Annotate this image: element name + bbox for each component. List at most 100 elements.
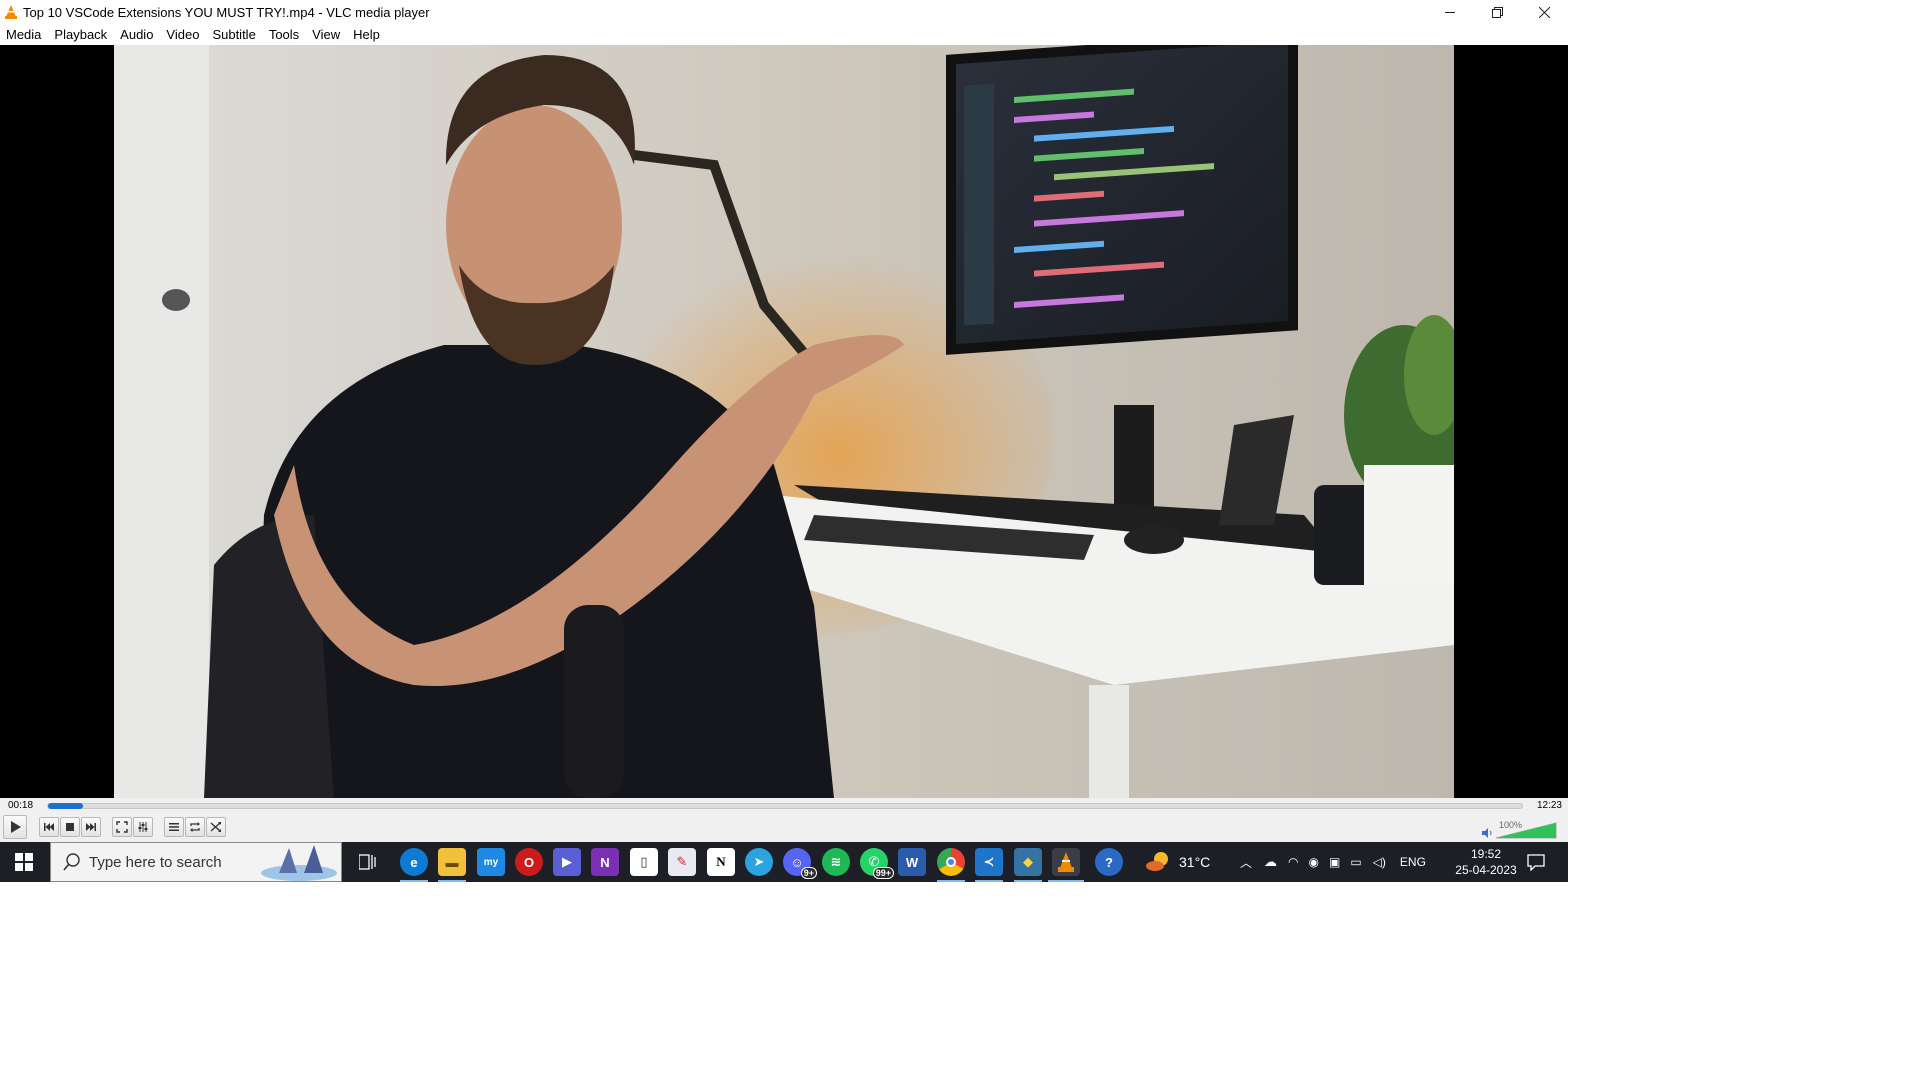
word-button[interactable]: W [898, 848, 926, 876]
menu-media[interactable]: Media [0, 24, 47, 45]
onenote-button[interactable]: N [591, 848, 619, 876]
play-button[interactable] [3, 815, 27, 839]
notion-button[interactable]: N [707, 848, 735, 876]
mylp-button[interactable]: my [477, 848, 505, 876]
edge-button[interactable]: e [400, 848, 428, 876]
door-handle [162, 289, 190, 311]
language-indicator[interactable]: ENG [1400, 855, 1426, 869]
vlc-taskbar-button[interactable] [1052, 848, 1080, 876]
file-explorer-button[interactable]: ▬ [438, 848, 466, 876]
weather-widget[interactable]: 31°C [1145, 842, 1210, 882]
help-button[interactable]: ? [1095, 848, 1123, 876]
previous-button[interactable] [39, 817, 59, 837]
window-title: Top 10 VSCode Extensions YOU MUST TRY!.m… [23, 4, 430, 20]
telegram-icon: ➤ [753, 854, 765, 869]
seek-slider[interactable] [47, 803, 1523, 809]
stop-button[interactable] [60, 817, 80, 837]
display-icon[interactable]: ▣ [1329, 855, 1340, 869]
opera-icon: O [523, 854, 535, 870]
extended-settings-button[interactable] [133, 817, 153, 837]
search-icon [63, 853, 80, 871]
minimize-icon [1445, 11, 1455, 13]
spotify-icon: ≋ [830, 854, 842, 869]
python-icon: ◆ [1023, 854, 1033, 869]
stop-icon [66, 823, 74, 831]
menu-bar: Media Playback Audio Video Subtitle Tool… [0, 24, 1568, 45]
close-icon [1539, 6, 1550, 18]
task-view-button[interactable] [354, 848, 382, 876]
weather-temp: 31°C [1179, 854, 1211, 870]
previous-icon [44, 823, 54, 831]
restore-icon [1492, 6, 1503, 18]
onedrive-icon[interactable]: ☁ [1264, 854, 1277, 870]
taskbar: Type here to search e ▬ my O ▶ N ▯ ✎ N ➤… [0, 842, 1568, 882]
restore-button[interactable] [1474, 0, 1521, 24]
random-button[interactable] [206, 817, 226, 837]
menu-playback[interactable]: Playback [48, 24, 113, 45]
menu-video[interactable]: Video [160, 24, 205, 45]
search-placeholder: Type here to search [89, 853, 222, 871]
menu-audio[interactable]: Audio [114, 24, 159, 45]
system-tray: ︿ ☁ ◠ ◉ ▣ ▭ ◁) ENG [1234, 842, 1426, 882]
menu-help[interactable]: Help [347, 24, 386, 45]
seek-progress [48, 803, 84, 809]
notepad-button[interactable]: ▯ [630, 848, 658, 876]
telegram-button[interactable]: ➤ [745, 848, 773, 876]
clock[interactable]: 19:52 25-04-2023 [1446, 846, 1526, 878]
fullscreen-icon [116, 821, 128, 833]
discord-button[interactable]: ☺ 9+ [783, 848, 817, 879]
notifications-button[interactable] [1522, 848, 1550, 876]
menu-subtitle[interactable]: Subtitle [206, 24, 261, 45]
volume-tray-icon[interactable]: ◁) [1373, 855, 1386, 869]
next-button[interactable] [81, 817, 101, 837]
title-bar: Top 10 VSCode Extensions YOU MUST TRY!.m… [0, 0, 1568, 24]
notifications-icon [1527, 854, 1545, 871]
playlist-button[interactable] [164, 817, 184, 837]
speaker-icon [1482, 828, 1492, 838]
mylp-icon: my [483, 856, 499, 868]
vlc-running-indicator [1048, 880, 1084, 882]
opera-button[interactable]: O [515, 848, 543, 876]
python-running-indicator [1014, 880, 1042, 882]
meet-now-icon[interactable]: ◉ [1309, 855, 1319, 869]
minimize-button[interactable] [1427, 0, 1474, 24]
loop-button[interactable] [185, 817, 205, 837]
vscode-icon: ≺ [983, 854, 995, 869]
spotify-button[interactable]: ≋ [822, 848, 850, 876]
close-button[interactable] [1521, 0, 1568, 24]
prime-video-button[interactable]: ▶ [553, 848, 581, 876]
chevron-up-icon[interactable]: ︿ [1240, 854, 1252, 871]
python-button[interactable]: ◆ [1014, 848, 1042, 876]
chrome-running-indicator [937, 880, 965, 882]
extended-settings-icon [138, 822, 148, 832]
chrome-button[interactable] [937, 848, 965, 876]
total-time: 12:23 [1536, 800, 1562, 811]
edge-icon: e [410, 854, 418, 870]
battery-icon[interactable]: ▭ [1350, 855, 1361, 869]
wifi-icon[interactable]: ◠ [1288, 855, 1298, 869]
vlc-icon [1058, 852, 1074, 872]
windows-icon [15, 853, 33, 871]
start-button[interactable] [0, 842, 48, 882]
paint-button[interactable]: ✎ [668, 848, 696, 876]
monitor-stand [1114, 405, 1154, 515]
whatsapp-badge: 99+ [872, 867, 894, 879]
video-area[interactable] [0, 45, 1568, 798]
video-frame[interactable] [114, 45, 1454, 798]
task-view-icon [359, 854, 376, 870]
desk-leg [1089, 685, 1129, 798]
discord-icon: ☺ [790, 854, 804, 870]
notion-icon: N [716, 854, 726, 869]
menu-tools[interactable]: Tools [263, 24, 305, 45]
fullscreen-button[interactable] [112, 817, 132, 837]
search-box[interactable]: Type here to search [50, 842, 342, 882]
menu-view[interactable]: View [306, 24, 346, 45]
word-icon: W [905, 854, 919, 870]
whatsapp-button[interactable]: ✆ 99+ [860, 848, 894, 879]
loop-icon [190, 822, 200, 832]
vlc-icon [5, 5, 17, 19]
vscode-button[interactable]: ≺ [975, 848, 1003, 876]
volume-control[interactable]: 100% [1482, 818, 1564, 840]
help-icon: ? [1105, 854, 1113, 870]
volume-slider[interactable] [1496, 821, 1562, 839]
